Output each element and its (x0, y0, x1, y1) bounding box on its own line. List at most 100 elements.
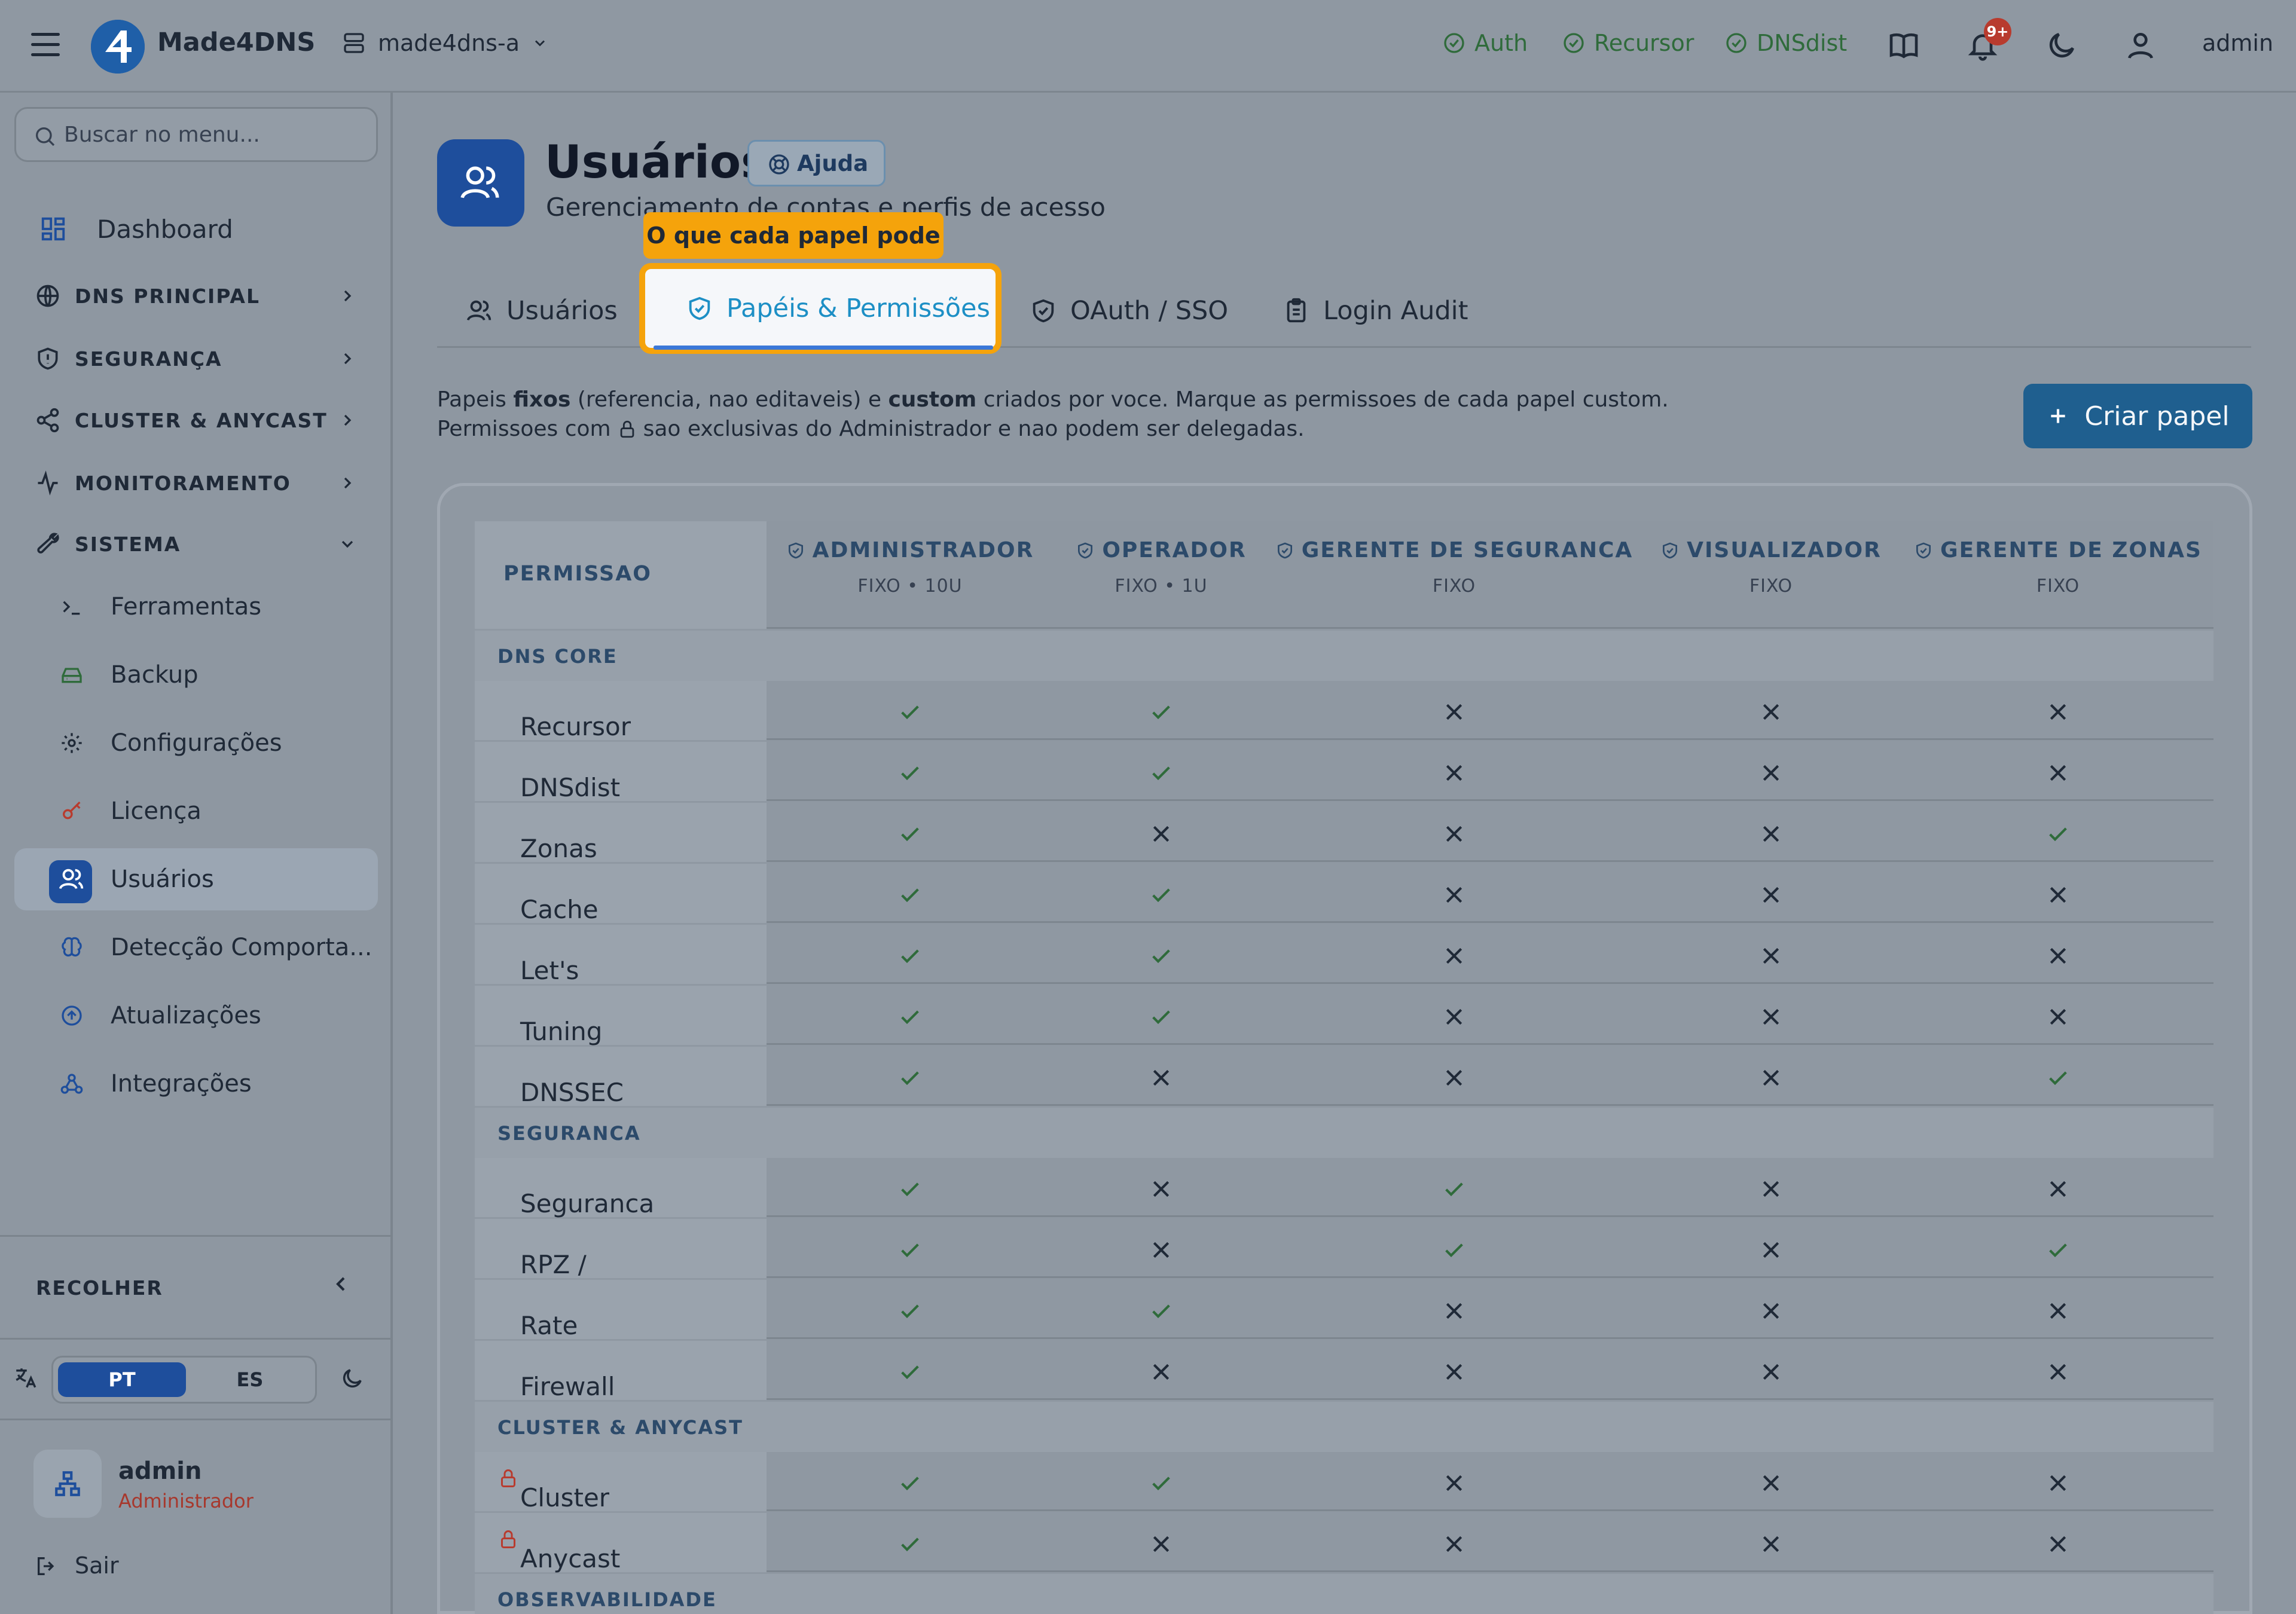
user-menu[interactable]: admin (2202, 30, 2273, 56)
logout-icon[interactable] (35, 1554, 59, 1578)
permission-denied-cell (1759, 700, 1783, 724)
check-icon (2049, 1071, 2067, 1086)
notification-badge: 9+ (1984, 18, 2011, 45)
sidebar-item-integracoes[interactable]: Integrações (0, 1053, 393, 1115)
x-icon (2050, 947, 2066, 964)
permission-denied-cell (1759, 1005, 1783, 1029)
tab-usuarios[interactable]: Usuários (466, 281, 618, 341)
permission-denied-cell (1149, 1066, 1173, 1090)
language-option-es[interactable]: ES (186, 1362, 314, 1397)
x-icon (1763, 1364, 1779, 1380)
logout-button[interactable]: Sair (75, 1552, 119, 1579)
check-icon (901, 1182, 919, 1197)
moon-icon[interactable] (2045, 29, 2078, 62)
service-status-recursor[interactable]: Recursor (1562, 30, 1694, 56)
permission-group-row: OBSERVABILIDADE (475, 1574, 2213, 1614)
shield-icon (38, 347, 58, 370)
sidebar-item-deteccao-comportamental[interactable]: Detecção Comporta... (0, 916, 393, 979)
table-row: DNSSEC (475, 1047, 2213, 1107)
column-header-permission: PERMISSAO (475, 521, 767, 629)
terminal-icon (63, 601, 80, 615)
moon-icon[interactable] (340, 1366, 365, 1391)
permission-granted-cell (898, 1238, 922, 1262)
permission-name-cell: Recursor (475, 681, 767, 741)
x-icon (1446, 1364, 1463, 1380)
service-status-dnsdist[interactable]: DNSdist (1724, 30, 1847, 56)
search-icon (36, 127, 55, 146)
sidebar-section-seguranca[interactable]: SEGURANÇA (0, 332, 393, 386)
collapse-label: RECOLHER (36, 1276, 163, 1300)
permission-denied-cell (1759, 1360, 1783, 1384)
users-icon (59, 869, 84, 889)
sidebar-item-usuarios[interactable]: Usuários (14, 848, 378, 910)
check-icon (1152, 1477, 1170, 1491)
x-icon (1153, 1069, 1170, 1086)
check-icon (1152, 1304, 1170, 1319)
language-switcher: PT ES (51, 1356, 317, 1404)
tab-login-audit[interactable]: Login Audit (1283, 281, 1468, 341)
permission-name-cell: Cache Viewer (475, 864, 767, 953)
table-row: DNSdist (475, 742, 2213, 802)
permission-granted-cell (898, 1177, 922, 1201)
sidebar-section-cluster-anycast[interactable]: CLUSTER & ANYCAST (0, 393, 393, 447)
sidebar-search-input[interactable]: Buscar no menu... (14, 107, 378, 162)
sidebar-item-configuracoes[interactable]: Configurações (0, 712, 393, 774)
shield-icon (1916, 542, 1931, 558)
permission-denied-cell (2046, 761, 2070, 785)
column-header-role: OPERADOR FIXO • 1U (1054, 538, 1269, 597)
create-role-button[interactable]: Criar papel (2023, 384, 2252, 448)
permission-name: Cluster (520, 1483, 610, 1512)
page-icon (437, 139, 524, 227)
sidebar-item-ferramentas[interactable]: Ferramentas (0, 576, 393, 638)
tab-papeis-permissoes[interactable]: Papéis & Permissões (639, 263, 1002, 354)
permission-granted-cell (898, 761, 922, 785)
check-icon (901, 888, 919, 903)
shield-icon (788, 542, 803, 558)
language-option-pt[interactable]: PT (58, 1362, 186, 1397)
sidebar-item-backup[interactable]: Backup (0, 644, 393, 706)
network-icon (55, 1471, 80, 1496)
permission-granted-cell (898, 1360, 922, 1384)
tab-oauth-sso[interactable]: OAuth / SSO (1030, 281, 1228, 341)
permission-name: Anycast (520, 1544, 621, 1573)
docs-book-icon[interactable] (1887, 29, 1921, 62)
permission-name-cell: DNSSEC (475, 1047, 767, 1107)
permission-name-cell: Cluster (475, 1452, 767, 1512)
sidebar-section-sistema[interactable]: SISTEMA (0, 517, 393, 571)
service-status-auth[interactable]: Auth (1442, 30, 1528, 56)
x-icon (1446, 1475, 1463, 1491)
permission-name: Seguranca (520, 1189, 655, 1218)
x-icon (1446, 887, 1463, 903)
permission-granted-cell (2046, 1238, 2070, 1262)
key-icon (63, 801, 81, 820)
sidebar-section-dns-principal[interactable]: DNS PRINCIPAL (0, 269, 393, 323)
sidebar-item-dashboard[interactable]: Dashboard (0, 199, 393, 259)
permission-denied-cell (1759, 1238, 1783, 1262)
check-icon (901, 827, 919, 842)
permission-granted-cell (1149, 1471, 1173, 1495)
column-header-role: ADMINISTRADOR FIXO • 10U (767, 538, 1054, 597)
sidebar-item-atualizacoes[interactable]: Atualizações (0, 985, 393, 1047)
permission-name: DNSdist (520, 773, 621, 802)
tab-label: Papéis & Permissões (726, 294, 990, 323)
sidebar-item-licenca[interactable]: Licença (0, 780, 393, 842)
x-icon (1763, 1242, 1779, 1258)
permission-group-label: OBSERVABILIDADE (497, 1588, 717, 1611)
server-selector[interactable]: made4dns-a (342, 30, 548, 56)
permission-name-cell: Anycast (475, 1513, 767, 1573)
sidebar-section-monitoramento[interactable]: MONITORAMENTO (0, 456, 393, 510)
check-circle-icon (1564, 33, 1584, 53)
chevron-left-icon[interactable] (329, 1272, 353, 1296)
help-button[interactable]: Ajuda (747, 140, 886, 187)
sidebar-divider (0, 1338, 393, 1340)
user-icon[interactable] (2124, 29, 2157, 62)
permission-group-label: DNS CORE (497, 645, 618, 668)
permission-denied-cell (1149, 1360, 1173, 1384)
x-icon (1153, 1364, 1170, 1380)
permission-name: Firewall (520, 1372, 615, 1401)
permission-denied-cell (2046, 1177, 2070, 1201)
permission-granted-cell (898, 1005, 922, 1029)
x-icon (1153, 826, 1170, 842)
table-row: Zonas (475, 803, 2213, 863)
hamburger-menu-icon[interactable] (31, 33, 60, 57)
